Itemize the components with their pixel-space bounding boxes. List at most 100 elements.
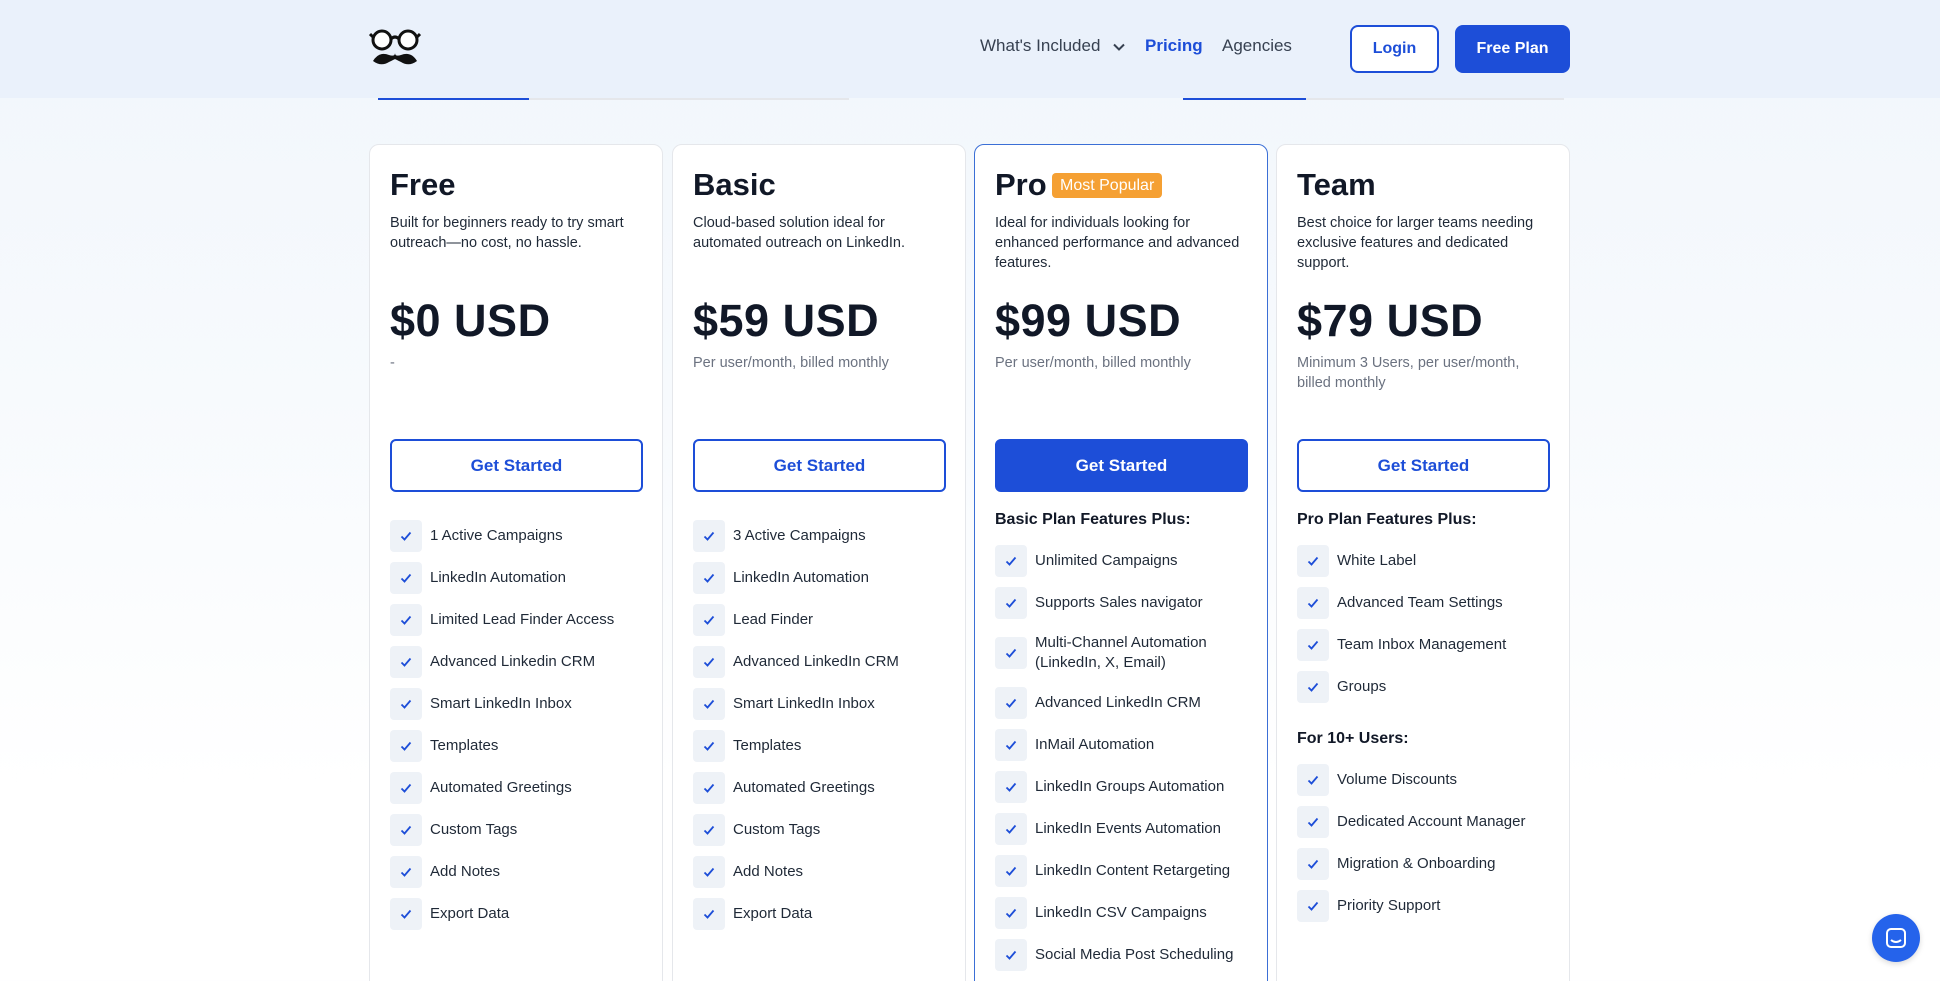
feature-item: Automated Greetings — [693, 767, 953, 809]
feature-list: 1 Active Campaigns LinkedIn Automation Lim… — [390, 515, 650, 935]
plan-name: Basic — [693, 167, 776, 202]
checkmark-icon — [390, 646, 422, 678]
feature-item: Dedicated Account Manager — [1297, 801, 1557, 843]
checkmark-icon — [390, 688, 422, 720]
feature-label: Custom Tags — [733, 821, 821, 838]
feature-item: Advanced LinkedIn CRM — [995, 682, 1255, 724]
checkmark-icon — [693, 898, 725, 930]
feature-item: Migration & Onboarding — [1297, 843, 1557, 885]
plan-description: Best choice for larger teams needing exc… — [1297, 215, 1534, 271]
checkmark-icon — [390, 604, 422, 636]
feature-label: Unlimited Campaigns — [1035, 552, 1178, 569]
site-header: What's Included Pricing Agencies Login F… — [0, 0, 1940, 98]
checkmark-icon — [1297, 848, 1329, 880]
feature-label: Team Inbox Management — [1337, 636, 1507, 653]
checkmark-icon — [995, 729, 1027, 761]
feature-item: Social Media Post Scheduling — [995, 934, 1255, 976]
nav-whats-included[interactable]: What's Included — [980, 36, 1126, 56]
nav-pricing[interactable]: Pricing — [1145, 36, 1203, 56]
plan-description: Ideal for individuals looking for enhanc… — [995, 215, 1240, 271]
feature-label: 3 Active Campaigns — [733, 527, 866, 544]
checkmark-icon — [995, 687, 1027, 719]
feature-label: Export Data — [430, 905, 510, 922]
feature-item: Add Notes — [693, 851, 953, 893]
feature-item: Groups — [1297, 666, 1557, 708]
feature-item: Custom Tags — [390, 809, 650, 851]
feature-item: Export Data — [390, 893, 650, 935]
feature-label: Dedicated Account Manager — [1337, 813, 1526, 830]
feature-label: Migration & Onboarding — [1337, 855, 1496, 872]
checkmark-icon — [995, 587, 1027, 619]
login-button[interactable]: Login — [1350, 25, 1439, 73]
checkmark-icon — [693, 646, 725, 678]
tab-divider — [1306, 98, 1564, 100]
nav-whats-included-label: What's Included — [980, 36, 1101, 55]
checkmark-icon — [693, 856, 725, 888]
feature-item: LinkedIn Groups Automation — [995, 766, 1255, 808]
feature-item: Priority Support — [1297, 885, 1557, 927]
checkmark-icon — [390, 562, 422, 594]
feature-label: LinkedIn Automation — [733, 569, 869, 586]
feature-label: Social Media Post Scheduling — [1035, 946, 1234, 963]
checkmark-icon — [390, 814, 422, 846]
feature-label: Templates — [733, 737, 802, 754]
feature-label: Smart LinkedIn Inbox — [733, 695, 875, 712]
checkmark-icon — [390, 730, 422, 762]
checkmark-icon — [995, 813, 1027, 845]
feature-label: LinkedIn Groups Automation — [1035, 778, 1225, 795]
feature-label: Advanced LinkedIn CRM — [733, 653, 899, 670]
most-popular-badge: Most Popular — [1052, 173, 1163, 198]
feature-items-volume: Volume Discounts Dedicated Account Manage… — [1297, 759, 1557, 927]
feature-label: LinkedIn CSV Campaigns — [1035, 904, 1207, 921]
free-plan-button[interactable]: Free Plan — [1455, 25, 1570, 73]
feature-list: Basic Plan Features Plus: Unlimited Camp… — [995, 499, 1255, 976]
feature-label: LinkedIn Automation — [430, 569, 566, 586]
feature-item: Advanced LinkedIn CRM — [693, 641, 953, 683]
feature-item: Add Notes — [390, 851, 650, 893]
feature-item: LinkedIn Content Retargeting — [995, 850, 1255, 892]
nav-agencies[interactable]: Agencies — [1222, 36, 1292, 56]
feature-item: Advanced Team Settings — [1297, 582, 1557, 624]
checkmark-icon — [1297, 890, 1329, 922]
feature-list: 3 Active Campaigns LinkedIn Automation Lea… — [693, 515, 953, 935]
feature-label: 1 Active Campaigns — [430, 527, 563, 544]
feature-list: Pro Plan Features Plus: White Label Advan… — [1297, 499, 1557, 927]
chat-widget-icon[interactable] — [1872, 914, 1920, 962]
checkmark-icon — [995, 897, 1027, 929]
checkmark-icon — [693, 688, 725, 720]
checkmark-icon — [995, 939, 1027, 971]
checkmark-icon — [995, 637, 1027, 669]
checkmark-icon — [693, 604, 725, 636]
feature-item: Unlimited Campaigns — [995, 540, 1255, 582]
feature-label: Limited Lead Finder Access — [430, 611, 615, 628]
checkmark-icon — [693, 520, 725, 552]
feature-item: Supports Sales navigator — [995, 582, 1255, 624]
checkmark-icon — [1297, 764, 1329, 796]
get-started-button[interactable]: Get Started — [693, 439, 946, 492]
feature-label: LinkedIn Content Retargeting — [1035, 862, 1231, 879]
feature-item: Automated Greetings — [390, 767, 650, 809]
get-started-button[interactable]: Get Started — [390, 439, 643, 492]
feature-label: Advanced LinkedIn CRM — [1035, 694, 1201, 711]
plan-card-pro: Pro Most Popular Ideal for individuals l… — [974, 144, 1268, 981]
feature-items: White Label Advanced Team Settings Team In… — [1297, 540, 1557, 708]
feature-item: LinkedIn Automation — [390, 557, 650, 599]
checkmark-icon — [390, 898, 422, 930]
plan-card-free: Free Built for beginners ready to try sm… — [369, 144, 663, 981]
feature-item: Export Data — [693, 893, 953, 935]
glasses-mustache-logo-icon[interactable] — [368, 29, 422, 69]
checkmark-icon — [995, 855, 1027, 887]
feature-label: Templates — [430, 737, 499, 754]
get-started-button[interactable]: Get Started — [995, 439, 1248, 492]
feature-item: Smart LinkedIn Inbox — [693, 683, 953, 725]
feature-item: White Label — [1297, 540, 1557, 582]
plan-billing-note: Per user/month, billed monthly — [995, 355, 1191, 371]
plan-name: Team — [1297, 167, 1376, 202]
plan-price: $0 USD — [390, 295, 551, 346]
get-started-button[interactable]: Get Started — [1297, 439, 1550, 492]
feature-label: White Label — [1337, 552, 1417, 569]
feature-item: Templates — [693, 725, 953, 767]
checkmark-icon — [1297, 587, 1329, 619]
feature-label: Add Notes — [733, 863, 804, 880]
plan-name: Pro — [995, 167, 1047, 202]
